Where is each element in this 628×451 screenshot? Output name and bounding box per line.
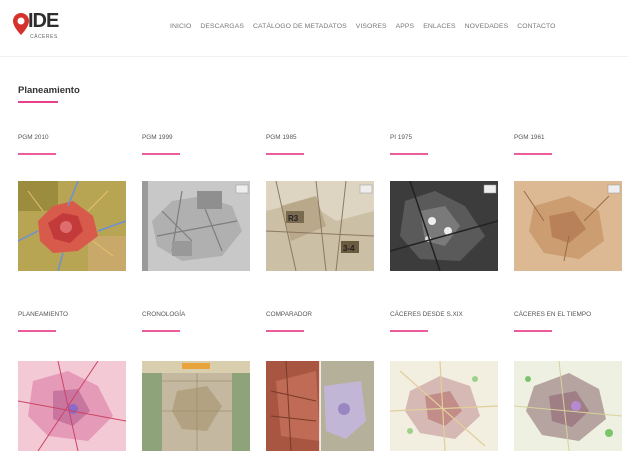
card-label: CRONOLOGÍA [142, 311, 186, 318]
map-comparador-thumbnail[interactable] [266, 361, 374, 451]
card-underline [142, 330, 180, 332]
card-comparador[interactable]: COMPARADOR [266, 311, 374, 451]
map-pi1975-thumbnail[interactable] [390, 181, 498, 271]
card-label: PLANEAMIENTO [18, 311, 68, 318]
card-pgm-1961[interactable]: PGM 1961 [514, 134, 622, 271]
svg-text:R3: R3 [288, 214, 299, 223]
card-caceres-desde-sxix[interactable]: CÁCERES DESDE S.XIX [390, 311, 498, 451]
logo-subtext: CÁCERES [30, 34, 58, 40]
map-cronologia-thumbnail[interactable] [142, 361, 250, 451]
card-caceres-en-el-tiempo[interactable]: CÁCERES EN EL TIEMPO [514, 311, 622, 451]
nav-visores[interactable]: VISORES [356, 23, 387, 30]
card-underline [514, 153, 552, 155]
card-pgm-1999[interactable]: PGM 1999 [142, 134, 250, 271]
nav-contacto[interactable]: CONTACTO [517, 23, 555, 30]
nav-catalogo[interactable]: CATÁLOGO DE METADATOS [253, 23, 347, 30]
nav-apps[interactable]: APPS [396, 23, 415, 30]
card-cronologia[interactable]: CRONOLOGÍA [142, 311, 250, 451]
map-planeamiento-thumbnail[interactable] [18, 361, 126, 451]
card-label: PGM 1961 [514, 134, 545, 141]
card-label: PI 1975 [390, 134, 413, 141]
svg-text:3-4: 3-4 [343, 244, 355, 253]
card-underline [390, 330, 428, 332]
main-nav: INICIO DESCARGAS CATÁLOGO DE METADATOS V… [170, 23, 565, 30]
card-underline [18, 153, 56, 155]
card-underline [390, 153, 428, 155]
card-underline [266, 153, 304, 155]
site-header: IDE CÁCERES INICIO DESCARGAS CATÁLOGO DE… [0, 0, 628, 57]
ide-logo[interactable]: IDE CÁCERES [12, 10, 64, 46]
map-pgm2010-thumbnail[interactable] [18, 181, 126, 271]
nav-enlaces[interactable]: ENLACES [423, 23, 455, 30]
map-pgm1961-thumbnail[interactable] [514, 181, 622, 271]
nav-inicio[interactable]: INICIO [170, 23, 191, 30]
map-caceres-sxix-thumbnail[interactable] [390, 361, 498, 451]
map-pgm1985-thumbnail[interactable]: R3 3-4 [266, 181, 374, 271]
card-underline [266, 330, 304, 332]
card-pgm-2010[interactable]: PGM 2010 [18, 134, 126, 271]
card-label: PGM 1985 [266, 134, 297, 141]
card-underline [142, 153, 180, 155]
card-underline [18, 330, 56, 332]
card-label: CÁCERES DESDE S.XIX [390, 311, 463, 318]
card-label: COMPARADOR [266, 311, 313, 318]
card-label: CÁCERES EN EL TIEMPO [514, 311, 592, 318]
map-caceres-tiempo-thumbnail[interactable] [514, 361, 622, 451]
card-pgm-1985[interactable]: PGM 1985 R3 3-4 [266, 134, 374, 271]
nav-novedades[interactable]: NOVEDADES [465, 23, 509, 30]
section-title: Planeamiento [18, 85, 80, 96]
card-pi-1975[interactable]: PI 1975 [390, 134, 498, 271]
logo-text: IDE [28, 10, 59, 32]
card-label: PGM 2010 [18, 134, 49, 141]
map-pgm1999-thumbnail[interactable] [142, 181, 250, 271]
card-planeamiento[interactable]: PLANEAMIENTO [18, 311, 126, 451]
nav-descargas[interactable]: DESCARGAS [200, 23, 244, 30]
card-label: PGM 1999 [142, 134, 173, 141]
card-underline [514, 330, 552, 332]
section-underline [18, 101, 58, 103]
